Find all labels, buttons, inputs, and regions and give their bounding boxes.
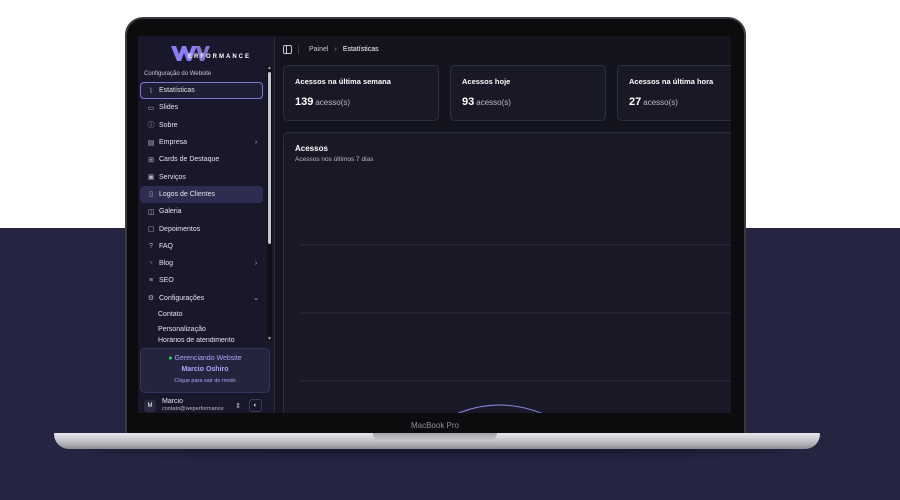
sidebar-item-cards-destaque[interactable]: ⊞ Cards de Destaque <box>140 151 263 168</box>
sidebar-item-label: Cards de Destaque <box>159 156 220 164</box>
stat-card-value: 27 acesso(s) <box>629 96 731 108</box>
chart-icon: ⌇ <box>149 87 153 95</box>
stat-value-unit: acesso(s) <box>315 98 351 107</box>
help-icon: ? <box>149 242 153 250</box>
breadcrumb-separator-icon: › <box>334 45 337 53</box>
sidebar-item-label: Serviços <box>159 173 186 181</box>
sidebar-item-seo[interactable]: ≡ SEO <box>140 272 263 289</box>
info-icon: ⓘ <box>147 122 155 130</box>
sidebar-item-label: Configurações <box>159 294 205 302</box>
stat-card-value: 139 acesso(s) <box>295 96 427 108</box>
topbar: Painel › Estatísticas <box>275 36 731 62</box>
building-icon: ▤ <box>147 139 155 147</box>
sidebar-subitem-horarios[interactable]: Horários de atendimento <box>140 337 263 347</box>
avatar: M <box>144 399 156 412</box>
sidebar-nav: ⌇ Estatísticas ▭ Slides ⓘ Sobre ▤ Empres… <box>140 82 263 347</box>
breadcrumb-current: Estatísticas <box>342 45 379 53</box>
status-dot-icon: ● <box>168 355 173 362</box>
sidebar-subitem-personalizacao[interactable]: Personalização <box>140 322 263 337</box>
manage-title: ● Gerenciando Website <box>141 355 269 362</box>
stat-card-title: Acessos na última hora <box>629 77 714 86</box>
laptop-notch <box>373 433 497 441</box>
breadcrumb-root[interactable]: Painel <box>309 46 328 53</box>
sidebar-subitem-contato[interactable]: Contato <box>140 307 263 322</box>
stat-value-unit: acesso(s) <box>643 98 678 107</box>
chevron-right-icon: › <box>254 260 258 268</box>
sidebar-item-sobre[interactable]: ⓘ Sobre <box>140 117 263 134</box>
user-email: contato@weperformance <box>162 406 224 412</box>
sidebar-item-depoimentos[interactable]: ▢ Depoimentos <box>140 220 263 237</box>
stat-card-today: Acessos hoje 93 acesso(s) <box>450 65 606 121</box>
sidebar-item-label: SEO <box>159 277 174 285</box>
sidebar-toggle-icon[interactable] <box>283 44 292 54</box>
sidebar-item-servicos[interactable]: ▣ Serviços <box>140 168 263 185</box>
sidebar-section-title: Configuração do Website <box>144 71 212 77</box>
scroll-up-icon[interactable]: ▲ <box>267 65 272 71</box>
sidebar-item-label: Logos de Clientes <box>159 190 216 198</box>
chevron-down-icon: ⌄ <box>253 295 259 303</box>
sidebar-item-label: FAQ <box>159 242 174 250</box>
divider <box>298 44 299 54</box>
briefcase-icon: ▣ <box>147 174 155 182</box>
chevron-right-icon: › <box>254 139 258 147</box>
grid-icon: ⊞ <box>148 156 154 164</box>
sidebar-item-label: Empresa <box>159 139 188 147</box>
moon-icon: ◐ <box>253 402 258 409</box>
sidebar-item-label: Blog <box>159 260 174 268</box>
stat-value-number: 139 <box>295 96 314 108</box>
sidebar-item-label: Sobre <box>159 121 178 129</box>
settings-icon: ⚙ <box>147 295 155 303</box>
user-info: Marcio contato@weperformance <box>162 398 232 413</box>
stat-card-title: Acessos na última semana <box>295 77 391 86</box>
device-label: MacBook Pro <box>410 421 460 430</box>
sidebar-item-empresa[interactable]: ▤ Empresa › <box>140 134 263 151</box>
sidebar-item-label: Galeria <box>159 208 182 216</box>
manage-exit-link[interactable]: Clique para sair do modo <box>141 378 269 384</box>
manage-website-box[interactable]: ● Gerenciando Website Marcio Oshiro Cliqu… <box>140 348 270 393</box>
user-menu[interactable]: M Marcio contato@weperformance ⇕ ◐ <box>140 398 270 413</box>
theme-toggle-button[interactable]: ◐ <box>249 399 262 412</box>
manage-user-name: Marcio Oshiro <box>181 366 229 373</box>
sidebar-item-label: Depoimentos <box>159 225 201 233</box>
sidebar-scroll-thumb[interactable] <box>268 72 271 244</box>
sidebar-item-label: Estatísticas <box>159 87 195 95</box>
chart-card: Acessos Acessos nos últimos 7 dias <box>283 132 731 413</box>
gallery-icon: ◫ <box>147 208 155 216</box>
stat-card-hour: Acessos na última hora 27 acesso(s) <box>617 65 731 121</box>
chevron-updown-icon[interactable]: ⇕ <box>232 402 244 410</box>
laptop-screen: ERFORMANCE Configuração do Website ⌇ Est… <box>138 36 731 413</box>
scroll-down-icon[interactable]: ▼ <box>267 336 272 342</box>
rss-icon: ◝ <box>149 260 153 268</box>
brand-logo-text: ERFORMANCE <box>188 54 251 60</box>
stat-card-title: Acessos hoje <box>462 77 511 86</box>
sidebar-item-label: Slides <box>159 104 179 112</box>
manage-title-text: Gerenciando Website <box>174 355 242 362</box>
sidebar-item-blog[interactable]: ◝ Blog › <box>140 255 263 272</box>
chart-series-line <box>457 404 543 413</box>
sidebar: ERFORMANCE Configuração do Website ⌇ Est… <box>138 36 275 413</box>
stat-value-unit: acesso(s) <box>476 98 511 107</box>
stat-value-number: 93 <box>462 96 475 108</box>
sidebar-item-estatisticas[interactable]: ⌇ Estatísticas <box>140 82 263 100</box>
main-content: Painel › Estatísticas Acessos na última … <box>275 36 731 413</box>
sidebar-item-configuracoes[interactable]: ⚙ Configurações ⌄ <box>140 290 263 307</box>
stat-cards: Acessos na última semana 139 acesso(s) Ac… <box>283 65 731 121</box>
stat-value-number: 27 <box>629 96 642 108</box>
slides-icon: ▭ <box>147 104 155 112</box>
message-icon: ▢ <box>147 226 155 234</box>
stat-card-value: 93 acesso(s) <box>462 96 594 108</box>
sidebar-item-galeria[interactable]: ◫ Galeria <box>140 203 263 220</box>
sidebar-item-slides[interactable]: ▭ Slides <box>140 99 263 116</box>
seo-icon: ≡ <box>148 277 154 285</box>
sidebar-item-faq[interactable]: ? FAQ <box>140 238 263 255</box>
user-name: Marcio <box>162 398 184 405</box>
logo-icon: ▯ <box>149 191 153 199</box>
chart-area <box>300 244 731 413</box>
sidebar-item-logos-clientes[interactable]: ▯ Logos de Clientes <box>140 185 263 204</box>
stat-card-week: Acessos na última semana 139 acesso(s) <box>283 65 439 121</box>
